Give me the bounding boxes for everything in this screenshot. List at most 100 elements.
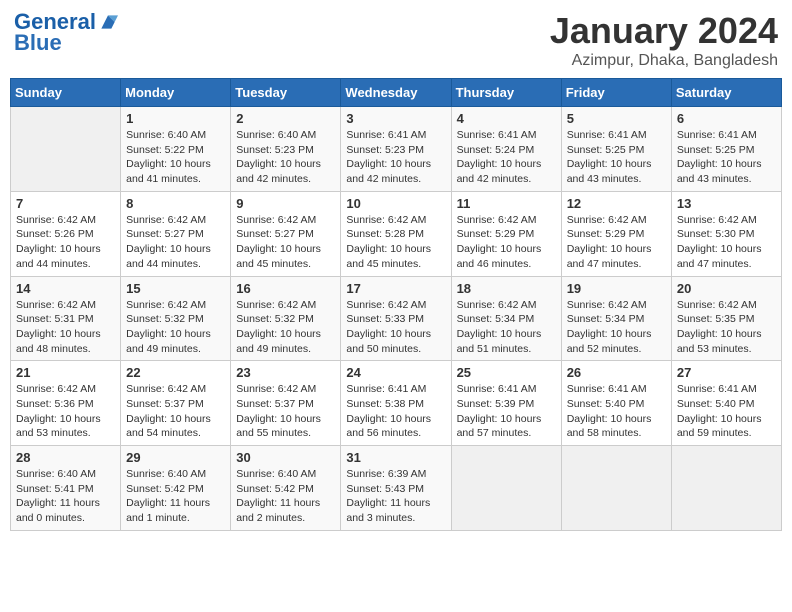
- day-info: Sunrise: 6:41 AM Sunset: 5:24 PM Dayligh…: [457, 128, 556, 187]
- day-info: Sunrise: 6:41 AM Sunset: 5:23 PM Dayligh…: [346, 128, 445, 187]
- calendar-cell: 18Sunrise: 6:42 AM Sunset: 5:34 PM Dayli…: [451, 276, 561, 361]
- day-info: Sunrise: 6:41 AM Sunset: 5:40 PM Dayligh…: [677, 382, 776, 441]
- calendar-cell: 9Sunrise: 6:42 AM Sunset: 5:27 PM Daylig…: [231, 191, 341, 276]
- calendar-cell: 16 Sunrise: 6:42 AM Sunset: 5:32 PM Dayli…: [231, 276, 341, 361]
- calendar-cell: [671, 446, 781, 531]
- day-number: 9: [236, 196, 335, 211]
- day-number: 3: [346, 111, 445, 126]
- day-number: 1: [126, 111, 225, 126]
- day-info: Sunrise: 6:42 AM Sunset: 5:29 PM Dayligh…: [567, 213, 666, 272]
- calendar-cell: 24 Sunrise: 6:41 AM Sunset: 5:38 PM Dayli…: [341, 361, 451, 446]
- calendar-cell: 29 Sunrise: 6:40 AM Sunset: 5:42 PM Dayli…: [121, 446, 231, 531]
- calendar-cell: 31 Sunrise: 6:39 AM Sunset: 5:43 PM Dayli…: [341, 446, 451, 531]
- weekday-header-friday: Friday: [561, 79, 671, 107]
- day-number: 10: [346, 196, 445, 211]
- day-info: Sunrise: 6:42 AM Sunset: 5:30 PM Dayligh…: [677, 213, 776, 272]
- day-info: Sunrise: 6:42 AM Sunset: 5:32 PM Dayligh…: [236, 298, 335, 357]
- day-info: Sunrise: 6:39 AM Sunset: 5:43 PM Dayligh…: [346, 467, 445, 526]
- day-info: Sunrise: 6:40 AM Sunset: 5:42 PM Dayligh…: [236, 467, 335, 526]
- day-number: 29: [126, 450, 225, 465]
- calendar-header: SundayMondayTuesdayWednesdayThursdayFrid…: [11, 79, 782, 107]
- calendar-table: SundayMondayTuesdayWednesdayThursdayFrid…: [10, 78, 782, 531]
- calendar-week-row: 21Sunrise: 6:42 AM Sunset: 5:36 PM Dayli…: [11, 361, 782, 446]
- title-block: January 2024 Azimpur, Dhaka, Bangladesh: [550, 10, 778, 70]
- calendar-cell: 8 Sunrise: 6:42 AM Sunset: 5:27 PM Daylig…: [121, 191, 231, 276]
- day-number: 15: [126, 281, 225, 296]
- day-info: Sunrise: 6:42 AM Sunset: 5:37 PM Dayligh…: [126, 382, 225, 441]
- calendar-cell: 26 Sunrise: 6:41 AM Sunset: 5:40 PM Dayli…: [561, 361, 671, 446]
- day-number: 21: [16, 365, 115, 380]
- day-info: Sunrise: 6:42 AM Sunset: 5:31 PM Dayligh…: [16, 298, 115, 357]
- day-number: 7: [16, 196, 115, 211]
- logo: General Blue: [14, 10, 118, 56]
- day-info: Sunrise: 6:41 AM Sunset: 5:25 PM Dayligh…: [567, 128, 666, 187]
- calendar-cell: [561, 446, 671, 531]
- calendar-cell: 3 Sunrise: 6:41 AM Sunset: 5:23 PM Daylig…: [341, 107, 451, 192]
- day-number: 2: [236, 111, 335, 126]
- day-info: Sunrise: 6:41 AM Sunset: 5:40 PM Dayligh…: [567, 382, 666, 441]
- day-info: Sunrise: 6:42 AM Sunset: 5:32 PM Dayligh…: [126, 298, 225, 357]
- day-number: 16: [236, 281, 335, 296]
- calendar-cell: 15 Sunrise: 6:42 AM Sunset: 5:32 PM Dayli…: [121, 276, 231, 361]
- calendar-cell: 20 Sunrise: 6:42 AM Sunset: 5:35 PM Dayli…: [671, 276, 781, 361]
- day-number: 30: [236, 450, 335, 465]
- calendar-cell: [451, 446, 561, 531]
- day-number: 27: [677, 365, 776, 380]
- calendar-cell: 13 Sunrise: 6:42 AM Sunset: 5:30 PM Dayli…: [671, 191, 781, 276]
- calendar-cell: 10 Sunrise: 6:42 AM Sunset: 5:28 PM Dayli…: [341, 191, 451, 276]
- day-number: 28: [16, 450, 115, 465]
- calendar-cell: 25Sunrise: 6:41 AM Sunset: 5:39 PM Dayli…: [451, 361, 561, 446]
- calendar-week-row: 14Sunrise: 6:42 AM Sunset: 5:31 PM Dayli…: [11, 276, 782, 361]
- day-number: 26: [567, 365, 666, 380]
- day-number: 12: [567, 196, 666, 211]
- day-info: Sunrise: 6:42 AM Sunset: 5:26 PM Dayligh…: [16, 213, 115, 272]
- day-info: Sunrise: 6:41 AM Sunset: 5:25 PM Dayligh…: [677, 128, 776, 187]
- day-info: Sunrise: 6:41 AM Sunset: 5:38 PM Dayligh…: [346, 382, 445, 441]
- calendar-cell: 4 Sunrise: 6:41 AM Sunset: 5:24 PM Daylig…: [451, 107, 561, 192]
- weekday-header-saturday: Saturday: [671, 79, 781, 107]
- weekday-header-row: SundayMondayTuesdayWednesdayThursdayFrid…: [11, 79, 782, 107]
- day-info: Sunrise: 6:42 AM Sunset: 5:37 PM Dayligh…: [236, 382, 335, 441]
- calendar-cell: [11, 107, 121, 192]
- weekday-header-sunday: Sunday: [11, 79, 121, 107]
- day-info: Sunrise: 6:40 AM Sunset: 5:22 PM Dayligh…: [126, 128, 225, 187]
- calendar-cell: 11Sunrise: 6:42 AM Sunset: 5:29 PM Dayli…: [451, 191, 561, 276]
- day-info: Sunrise: 6:40 AM Sunset: 5:41 PM Dayligh…: [16, 467, 115, 526]
- day-info: Sunrise: 6:42 AM Sunset: 5:27 PM Dayligh…: [126, 213, 225, 272]
- calendar-cell: 12 Sunrise: 6:42 AM Sunset: 5:29 PM Dayli…: [561, 191, 671, 276]
- day-number: 20: [677, 281, 776, 296]
- day-info: Sunrise: 6:42 AM Sunset: 5:28 PM Dayligh…: [346, 213, 445, 272]
- day-number: 25: [457, 365, 556, 380]
- day-number: 6: [677, 111, 776, 126]
- day-info: Sunrise: 6:42 AM Sunset: 5:29 PM Dayligh…: [457, 213, 556, 272]
- day-info: Sunrise: 6:40 AM Sunset: 5:23 PM Dayligh…: [236, 128, 335, 187]
- calendar-cell: 1 Sunrise: 6:40 AM Sunset: 5:22 PM Daylig…: [121, 107, 231, 192]
- day-info: Sunrise: 6:40 AM Sunset: 5:42 PM Dayligh…: [126, 467, 225, 526]
- day-number: 5: [567, 111, 666, 126]
- day-info: Sunrise: 6:42 AM Sunset: 5:34 PM Dayligh…: [457, 298, 556, 357]
- calendar-cell: 30 Sunrise: 6:40 AM Sunset: 5:42 PM Dayli…: [231, 446, 341, 531]
- calendar-week-row: 1 Sunrise: 6:40 AM Sunset: 5:22 PM Daylig…: [11, 107, 782, 192]
- day-number: 31: [346, 450, 445, 465]
- day-number: 4: [457, 111, 556, 126]
- calendar-cell: 5 Sunrise: 6:41 AM Sunset: 5:25 PM Daylig…: [561, 107, 671, 192]
- calendar-cell: 17 Sunrise: 6:42 AM Sunset: 5:33 PM Dayli…: [341, 276, 451, 361]
- day-number: 8: [126, 196, 225, 211]
- calendar-cell: 7 Sunrise: 6:42 AM Sunset: 5:26 PM Daylig…: [11, 191, 121, 276]
- location-subtitle: Azimpur, Dhaka, Bangladesh: [550, 52, 778, 70]
- day-number: 17: [346, 281, 445, 296]
- calendar-cell: 27 Sunrise: 6:41 AM Sunset: 5:40 PM Dayli…: [671, 361, 781, 446]
- day-info: Sunrise: 6:42 AM Sunset: 5:33 PM Dayligh…: [346, 298, 445, 357]
- weekday-header-monday: Monday: [121, 79, 231, 107]
- logo-icon: [98, 12, 118, 32]
- day-info: Sunrise: 6:42 AM Sunset: 5:34 PM Dayligh…: [567, 298, 666, 357]
- calendar-cell: 6 Sunrise: 6:41 AM Sunset: 5:25 PM Daylig…: [671, 107, 781, 192]
- calendar-cell: 28 Sunrise: 6:40 AM Sunset: 5:41 PM Dayli…: [11, 446, 121, 531]
- day-number: 19: [567, 281, 666, 296]
- day-info: Sunrise: 6:42 AM Sunset: 5:35 PM Dayligh…: [677, 298, 776, 357]
- calendar-body: 1 Sunrise: 6:40 AM Sunset: 5:22 PM Daylig…: [11, 107, 782, 531]
- weekday-header-tuesday: Tuesday: [231, 79, 341, 107]
- day-number: 23: [236, 365, 335, 380]
- day-number: 24: [346, 365, 445, 380]
- day-number: 13: [677, 196, 776, 211]
